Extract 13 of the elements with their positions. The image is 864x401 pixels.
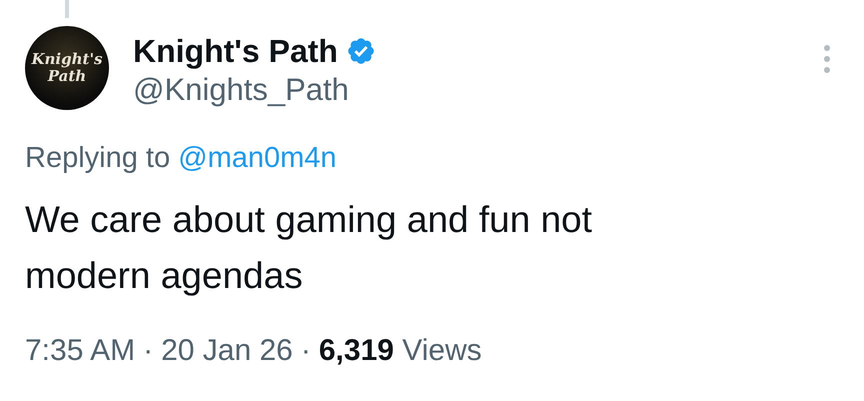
replying-to-text: Replying to @man0m4n bbox=[25, 141, 338, 176]
view-count[interactable]: 6,319 Views bbox=[318, 332, 482, 370]
avatar-logo-text: Path bbox=[48, 68, 86, 85]
post-time[interactable]: 7:35 AM bbox=[25, 332, 136, 370]
display-name[interactable]: Knight's Path bbox=[133, 32, 338, 70]
avatar[interactable]: Knight's Path bbox=[25, 26, 109, 110]
post-date[interactable]: 20 Jan 26 bbox=[161, 332, 293, 370]
user-handle[interactable]: @Knights_Path bbox=[133, 70, 376, 110]
separator-dot: · bbox=[143, 333, 154, 369]
avatar-logo-text: Knight's bbox=[31, 51, 102, 68]
separator-dot: · bbox=[300, 333, 311, 369]
more-options-icon[interactable] bbox=[822, 43, 832, 75]
tweet-text: We care about gaming and fun not modern agendas bbox=[25, 198, 594, 298]
